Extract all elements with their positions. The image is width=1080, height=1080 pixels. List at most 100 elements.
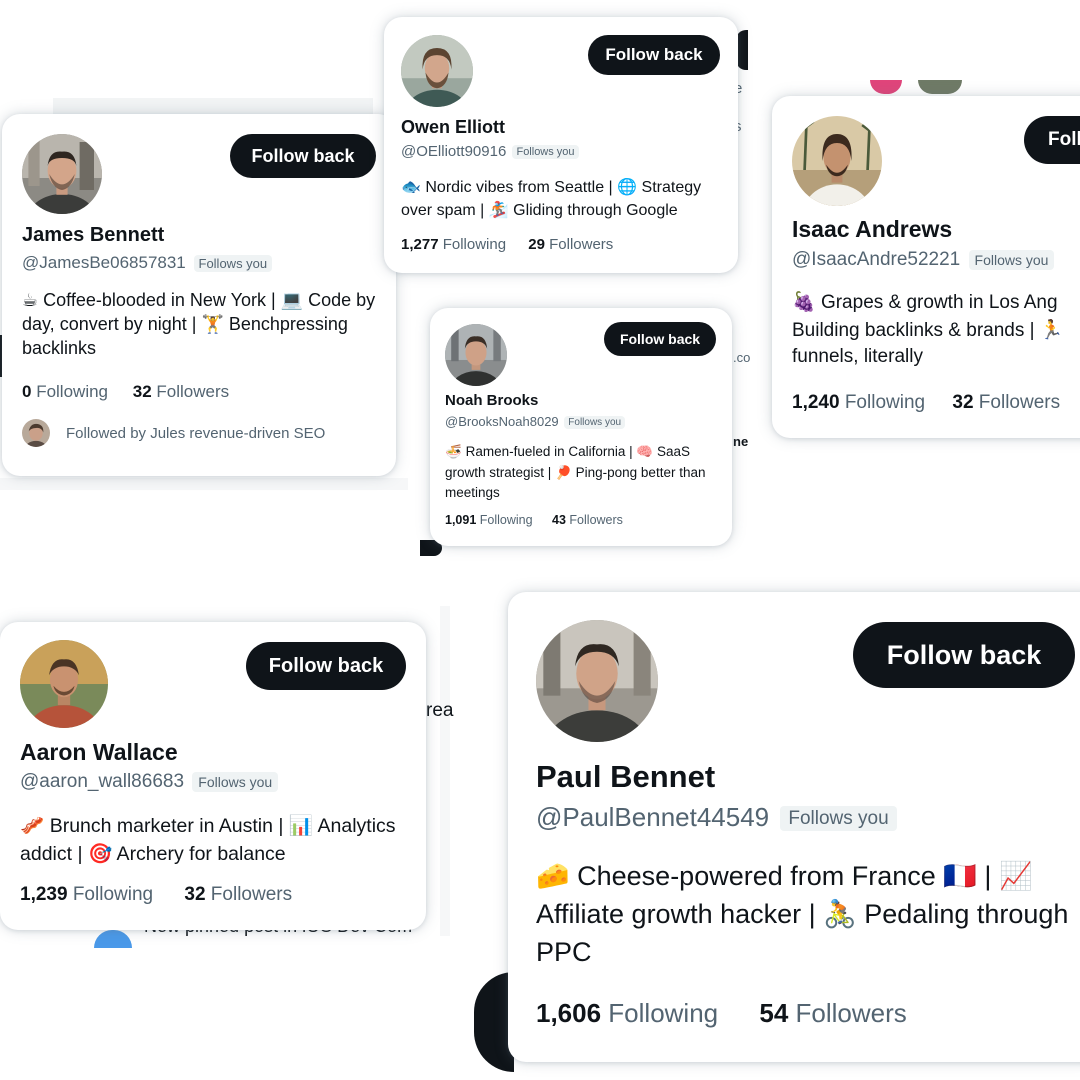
following-count: 1,240 <box>792 392 840 413</box>
profile-stats: 1,240 Following 32 Followers <box>792 392 1060 414</box>
profile-card: Foll Isaac Andrews @IsaacAndre52221 Foll… <box>772 96 1080 438</box>
followers-label: Followers <box>544 236 614 253</box>
user-handle: @OElliott90916 Follows you <box>401 143 579 160</box>
follows-you-badge: Follows you <box>564 416 626 430</box>
handle-text[interactable]: @OElliott90916 <box>401 143 506 160</box>
followers-count: 32 <box>132 382 152 401</box>
follow-back-button[interactable]: Follow back <box>604 322 716 356</box>
grapes-icon: 🍇 <box>792 291 816 313</box>
skier-icon: 🏂 <box>488 200 509 220</box>
follow-back-button[interactable]: Follow back <box>588 35 720 75</box>
follow-back-button[interactable]: Follow back <box>853 622 1075 688</box>
profile-bio: 🍜 Ramen-fueled in California | 🧠 SaaS gr… <box>445 442 725 503</box>
followers-label: Followers <box>205 884 293 905</box>
followers-label: Followers <box>151 382 230 401</box>
follows-you-badge: Follows you <box>780 806 897 832</box>
bio-text: Grapes & growth in Los Ang Building back… <box>792 292 1058 341</box>
background-panel <box>0 478 408 490</box>
following-label: Following <box>601 998 719 1028</box>
handle-text[interactable]: @aaron_wall86683 <box>20 771 184 792</box>
background-panel <box>870 80 902 94</box>
ramen-icon: 🍜 <box>445 444 462 460</box>
user-handle: @BrooksNoah8029 Follows you <box>445 414 626 430</box>
display-name[interactable]: Isaac Andrews <box>792 216 952 243</box>
user-handle: @JamesBe06857831 Follows you <box>22 253 273 273</box>
handle-text[interactable]: @JamesBe06857831 <box>22 253 186 272</box>
avatar[interactable] <box>22 134 102 214</box>
bio-text: | <box>976 861 999 891</box>
profile-bio: ☕ Coffee-blooded in New York | 💻 Code by… <box>22 289 382 360</box>
bacon-icon: 🥓 <box>20 814 45 837</box>
follow-back-button[interactable]: Follow back <box>246 642 406 690</box>
display-name[interactable]: Noah Brooks <box>445 392 538 409</box>
laptop-icon: 💻 <box>280 290 304 311</box>
bio-text: Brunch marketer in Austin | <box>44 815 289 837</box>
avatar[interactable] <box>401 35 473 107</box>
brain-icon: 🧠 <box>636 444 654 460</box>
followers-link[interactable]: 29 Followers <box>528 236 613 253</box>
profile-card: Follow back Owen Elliott @OElliott90916 … <box>384 17 738 273</box>
follows-you-badge: Follows you <box>193 255 273 273</box>
following-link[interactable]: 1,091 Following <box>445 513 533 527</box>
bio-text: Nordic vibes from Seattle | <box>420 179 618 196</box>
profile-bio: 🧀 Cheese-powered from France 🇫🇷 | 📈 Affi… <box>536 858 1076 971</box>
profile-card: Follow back Aaron Wallace @aaron_wall866… <box>0 622 426 930</box>
follow-back-button[interactable]: Foll <box>1024 116 1080 164</box>
avatar[interactable] <box>20 640 108 728</box>
follow-back-button[interactable]: Follow back <box>230 134 376 178</box>
display-name[interactable]: Paul Bennet <box>536 759 715 795</box>
follows-you-badge: Follows you <box>192 771 279 792</box>
followers-link[interactable]: 43 Followers <box>552 513 623 527</box>
follows-you-badge: Follows you <box>968 249 1055 270</box>
handle-text[interactable]: @PaulBennet44549 <box>536 802 769 832</box>
followers-count: 43 <box>552 513 566 527</box>
followers-link[interactable]: 32 Followers <box>952 392 1060 413</box>
following-link[interactable]: 1,240 Following <box>792 392 925 413</box>
avatar[interactable] <box>536 620 658 742</box>
background-panel <box>918 80 962 94</box>
background-icon <box>94 930 132 948</box>
background-text: .co <box>733 350 751 365</box>
user-handle: @IsaacAndre52221 Follows you <box>792 249 1055 271</box>
avatar[interactable] <box>792 116 882 206</box>
following-count: 1,277 <box>401 236 439 253</box>
display-name[interactable]: Aaron Wallace <box>20 739 178 766</box>
followers-label: Followers <box>973 392 1061 413</box>
display-name[interactable]: Owen Elliott <box>401 117 505 138</box>
display-name[interactable]: James Bennett <box>22 224 164 247</box>
following-link[interactable]: 1,277 Following <box>401 236 506 253</box>
profile-bio: 🥓 Brunch marketer in Austin | 📊 Analytic… <box>20 812 410 869</box>
globe-icon: 🌐 <box>617 177 638 196</box>
profile-stats: 1,239 Following 32 Followers <box>20 884 292 906</box>
followers-link[interactable]: 32 Followers <box>133 382 229 401</box>
profile-stats: 1,606 Following 54 Followers <box>536 998 907 1029</box>
bar-chart-icon: 📊 <box>288 814 314 837</box>
following-link[interactable]: 1,239 Following <box>20 884 153 905</box>
profile-stats: 0 Following 32 Followers <box>22 382 229 402</box>
runner-icon: 🏃 <box>1039 318 1064 341</box>
followers-count: 32 <box>952 392 974 413</box>
followers-link[interactable]: 32 Followers <box>184 884 292 905</box>
profile-card: Follow back Noah Brooks @BrooksNoah8029 … <box>430 308 732 546</box>
following-label: Following <box>438 236 507 253</box>
handle-text[interactable]: @IsaacAndre52221 <box>792 249 960 270</box>
followers-count: 54 <box>759 998 789 1028</box>
handle-text[interactable]: @BrooksNoah8029 <box>445 414 559 429</box>
user-handle: @aaron_wall86683 Follows you <box>20 771 279 793</box>
followers-link[interactable]: 54 Followers <box>759 998 906 1028</box>
profile-card: Follow back James Bennett @JamesBe068578… <box>2 114 396 476</box>
followed-by-row[interactable]: Followed by Jules revenue-driven SEO <box>22 419 325 447</box>
avatar[interactable] <box>445 324 507 386</box>
followers-count: 29 <box>528 236 545 253</box>
following-count: 1,091 <box>445 513 477 527</box>
following-link[interactable]: 0 Following <box>22 382 108 401</box>
followers-label: Followers <box>565 513 623 527</box>
background-text: rea <box>426 700 454 721</box>
user-handle: @PaulBennet44549 Follows you <box>536 802 897 833</box>
followers-count: 32 <box>184 884 206 905</box>
profile-bio: 🐟 Nordic vibes from Seattle | 🌐 Strategy… <box>401 176 731 223</box>
followers-label: Followers <box>788 998 907 1028</box>
following-link[interactable]: 1,606 Following <box>536 998 718 1028</box>
chart-up-icon: 📈 <box>998 861 1033 892</box>
bio-text: Cheese-powered from France <box>569 861 944 891</box>
